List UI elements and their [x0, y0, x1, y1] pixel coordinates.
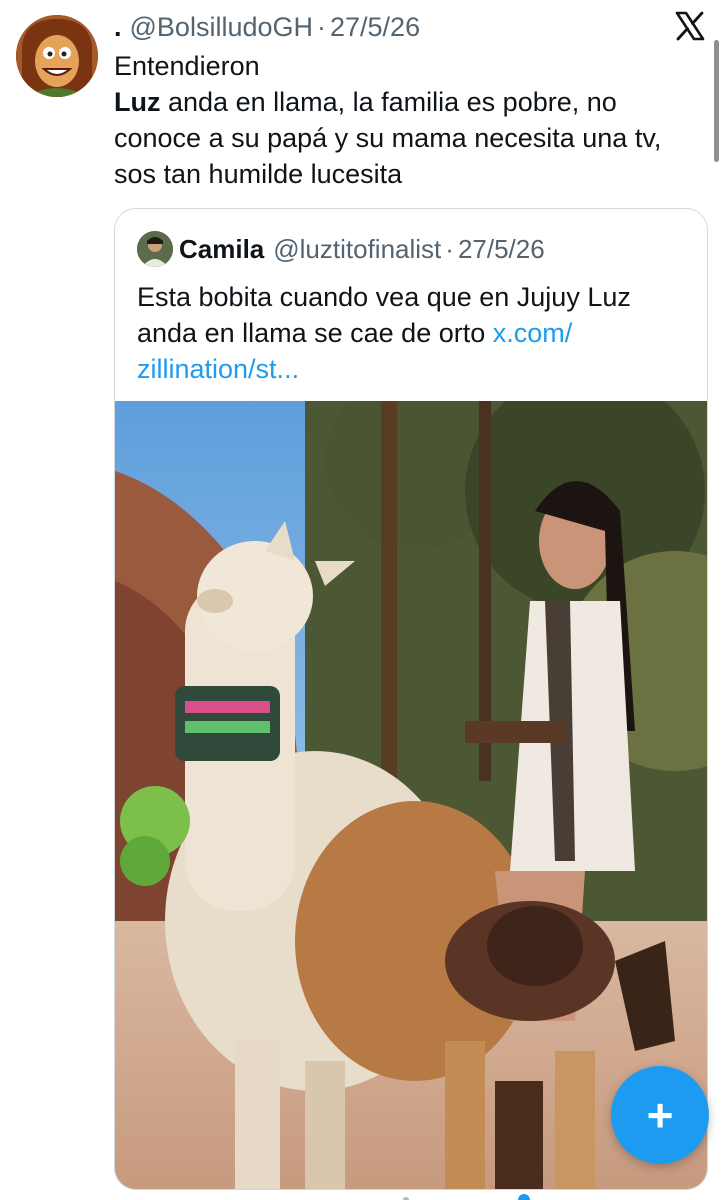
quote-author-name[interactable]: Camila [179, 234, 264, 265]
scrollbar-thumb[interactable] [714, 40, 719, 162]
tweet-line-4: sos tan humilde lucesita [114, 159, 403, 189]
tweet-header: . @BolsilludoGH · 27/5/26 [114, 10, 420, 44]
author-avatar[interactable] [16, 15, 98, 97]
author-handle[interactable]: @BolsilludoGH [130, 12, 313, 43]
tweet-line-1: Entendieron [114, 51, 260, 81]
bottom-tab-hint [403, 1194, 530, 1200]
quote-line-2: anda en llama se cae de orto x.com/ [137, 315, 697, 351]
quoted-tweet-card[interactable]: Camila @luztitofinalist · 27/5/26 Esta b… [114, 208, 708, 1190]
quote-author-avatar[interactable] [137, 231, 173, 267]
quote-date[interactable]: 27/5/26 [458, 234, 545, 265]
x-logo-icon[interactable] [674, 10, 706, 42]
tweet-date[interactable]: 27/5/26 [330, 12, 420, 43]
cartoon-face-icon [16, 15, 98, 97]
tweet-body: Entendieron Luz anda en llama, la famili… [114, 48, 704, 192]
quote-link-end[interactable]: zillination/st... [137, 351, 697, 387]
quote-line-2-text: anda en llama se cae de orto [137, 318, 493, 348]
quote-photo[interactable] [115, 401, 707, 1189]
quote-link-start[interactable]: x.com/ [493, 318, 573, 348]
tweet-screen: . @BolsilludoGH · 27/5/26 Entendieron Lu… [0, 0, 724, 1200]
person-photo-icon [137, 231, 173, 267]
tweet-line-3: conoce a su papá y su mama necesita una … [114, 123, 662, 153]
llama-woman-photo-image [115, 401, 707, 1189]
author-name[interactable]: . [114, 12, 122, 43]
quote-header-separator: · [445, 233, 454, 264]
tweet-line-2-rest: anda en llama, la familia es pobre, no [160, 87, 617, 117]
quote-body: Esta bobita cuando vea que en Jujuy Luz … [137, 279, 697, 387]
tweet-line-2: Luz anda en llama, la familia es pobre, … [114, 84, 704, 120]
plus-icon: + [646, 1089, 674, 1141]
mention-bold: Luz [114, 87, 161, 117]
quote-header: Camila @luztitofinalist · 27/5/26 [179, 231, 545, 267]
header-separator: · [317, 11, 326, 42]
quote-author-handle[interactable]: @luztitofinalist [273, 234, 441, 265]
quote-line-1: Esta bobita cuando vea que en Jujuy Luz [137, 282, 631, 312]
compose-button[interactable]: + [611, 1066, 709, 1164]
